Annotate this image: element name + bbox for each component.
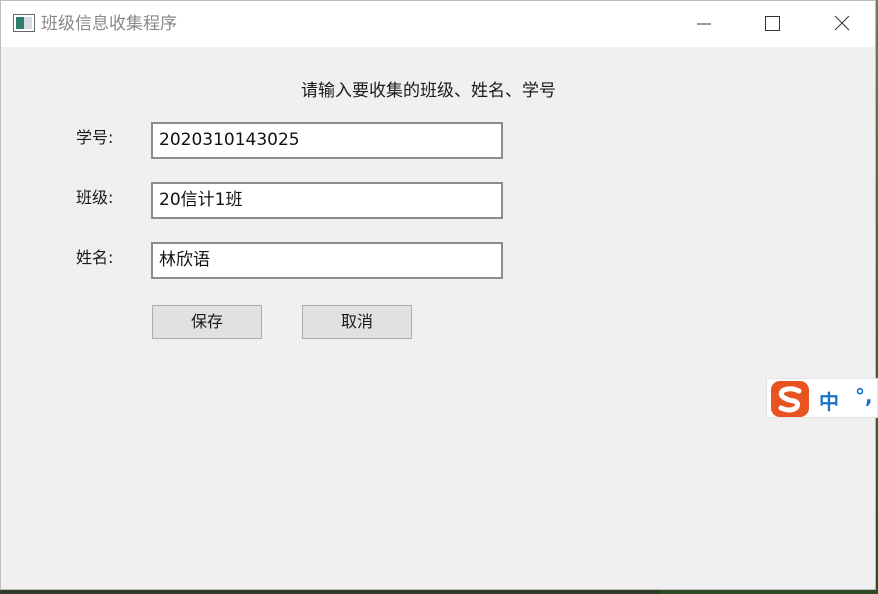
name-label: 姓名: xyxy=(76,248,114,267)
student-id-field[interactable]: 2020310143025 xyxy=(151,122,503,159)
class-label: 班级: xyxy=(76,188,114,207)
minimize-icon xyxy=(697,23,711,25)
window-title: 班级信息收集程序 xyxy=(41,14,177,34)
name-field[interactable]: 林欣语 xyxy=(151,242,503,279)
form-prompt: 请输入要收集的班级、姓名、学号 xyxy=(301,81,556,101)
minimize-button[interactable] xyxy=(681,1,727,47)
ime-punctuation-toggle[interactable]: °, xyxy=(855,384,873,408)
class-field[interactable]: 20信计1班 xyxy=(151,182,503,219)
student-id-label: 学号: xyxy=(76,128,114,147)
ime-mode-toggle[interactable]: 中 xyxy=(819,386,839,415)
app-icon xyxy=(13,14,35,32)
save-button[interactable]: 保存 xyxy=(152,305,262,339)
cancel-button[interactable]: 取消 xyxy=(302,305,412,339)
ime-toolbar[interactable]: 中 °, xyxy=(766,378,878,418)
sogou-s-icon[interactable] xyxy=(769,379,813,419)
app-window: 班级信息收集程序 请输入要收集的班级、姓名、学号 学号: 20203101430… xyxy=(0,0,876,590)
close-button[interactable] xyxy=(819,1,865,47)
maximize-button[interactable] xyxy=(749,1,795,47)
close-icon xyxy=(834,15,850,31)
maximize-icon xyxy=(765,16,780,31)
title-bar[interactable]: 班级信息收集程序 xyxy=(1,1,875,47)
